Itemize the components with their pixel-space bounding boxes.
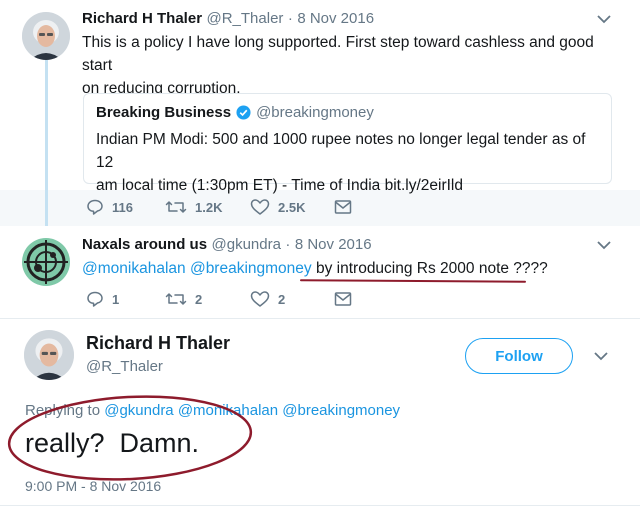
- like-icon: [250, 291, 270, 307]
- like-button[interactable]: 2.5K: [250, 198, 305, 216]
- retweet-button-2[interactable]: 2: [165, 290, 202, 308]
- verified-badge-icon: [236, 105, 251, 120]
- reply-button-2[interactable]: 1: [86, 290, 119, 308]
- message-icon[interactable]: [334, 291, 352, 307]
- retweet-icon: [165, 293, 187, 305]
- author-name[interactable]: Richard H Thaler: [82, 10, 202, 27]
- reply-count: 116: [112, 199, 133, 215]
- quoted-tweet[interactable]: Breaking Business @breakingmoney Indian …: [83, 93, 612, 194]
- meta-separator: ·: [287, 10, 293, 27]
- avatar-thaler-main[interactable]: [24, 330, 74, 380]
- tweet-text-line1: This is a policy I have long supported. …: [82, 34, 594, 74]
- meta-separator-2: ·: [285, 236, 291, 253]
- tweet-text-2-body: by introducing Rs 2000 note ????: [315, 260, 548, 277]
- retweet-count-2: 2: [195, 291, 203, 307]
- like-count-2: 2: [278, 291, 286, 307]
- retweet-count: 1.2K: [195, 199, 223, 215]
- like-button-2[interactable]: 2: [250, 290, 285, 308]
- reply-icon: [87, 291, 103, 307]
- reply-button[interactable]: 116: [86, 198, 133, 216]
- quoted-author-name: Breaking Business: [96, 104, 232, 121]
- author-handle-2[interactable]: @gkundra: [212, 236, 281, 253]
- like-count: 2.5K: [278, 199, 306, 215]
- author-name-2[interactable]: Naxals around us: [82, 236, 207, 253]
- tweet-date[interactable]: 8 Nov 2016: [297, 10, 374, 27]
- quoted-text-line2: am local time (1:30pm ET) - Time of Indi…: [96, 177, 385, 194]
- thread-connector-line: [45, 60, 48, 232]
- follow-button[interactable]: Follow: [465, 338, 573, 374]
- bottom-divider: [0, 505, 640, 506]
- tweet-divider-2: [0, 318, 640, 319]
- avatar-gkundra[interactable]: [22, 238, 70, 286]
- author-handle[interactable]: @R_Thaler: [206, 10, 283, 27]
- mention-monikahalan[interactable]: @monikahalan: [82, 260, 186, 277]
- quoted-text-line1: Indian PM Modi: 500 and 1000 rupee notes…: [96, 131, 586, 171]
- chevron-down-icon[interactable]: [597, 14, 611, 24]
- avatar-thaler[interactable]: [22, 12, 70, 60]
- quoted-author-handle: @breakingmoney: [256, 104, 374, 121]
- quoted-link[interactable]: bit.ly/2eirIld: [385, 177, 463, 194]
- main-author-handle[interactable]: @R_Thaler: [86, 358, 163, 375]
- message-icon[interactable]: [334, 199, 352, 215]
- retweet-button[interactable]: 1.2K: [165, 198, 222, 216]
- chevron-down-icon[interactable]: [597, 240, 611, 250]
- main-author-name[interactable]: Richard H Thaler: [86, 333, 230, 354]
- tweet-text: This is a policy I have long supported. …: [82, 31, 627, 100]
- reply-count-2: 1: [112, 291, 120, 307]
- tweet-date-2[interactable]: 8 Nov 2016: [295, 236, 372, 253]
- mention-breakingmoney[interactable]: @breakingmoney: [190, 260, 312, 277]
- tweet-text-2: @monikahalan @breakingmoney by introduci…: [82, 257, 548, 280]
- like-icon: [250, 199, 270, 215]
- reply-icon: [87, 199, 103, 215]
- chevron-down-icon[interactable]: [594, 351, 608, 361]
- annotation-ellipse: [7, 395, 253, 481]
- retweet-icon: [165, 201, 187, 213]
